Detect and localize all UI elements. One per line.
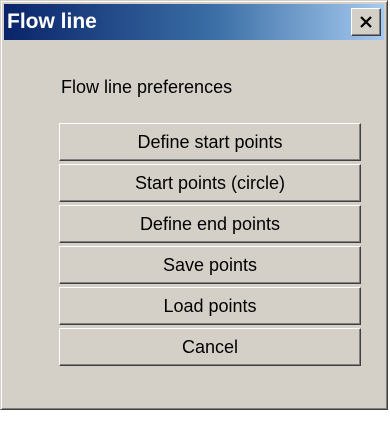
- cancel-button[interactable]: Cancel: [59, 328, 361, 366]
- define-end-points-button[interactable]: Define end points: [59, 205, 361, 243]
- window-title: Flow line: [7, 10, 97, 33]
- section-label: Flow line preferences: [61, 77, 233, 97]
- start-points-circle-button[interactable]: Start points (circle): [59, 164, 361, 202]
- save-points-button[interactable]: Save points: [59, 246, 361, 284]
- button-list: Define start points Start points (circle…: [59, 123, 361, 369]
- close-button[interactable]: [351, 8, 381, 36]
- title-bar[interactable]: Flow line: [4, 4, 384, 40]
- flow-line-dialog: Flow line Flow line preferences Define s…: [0, 0, 388, 410]
- load-points-button[interactable]: Load points: [59, 287, 361, 325]
- define-start-points-button[interactable]: Define start points: [59, 123, 361, 161]
- close-icon: [360, 16, 372, 28]
